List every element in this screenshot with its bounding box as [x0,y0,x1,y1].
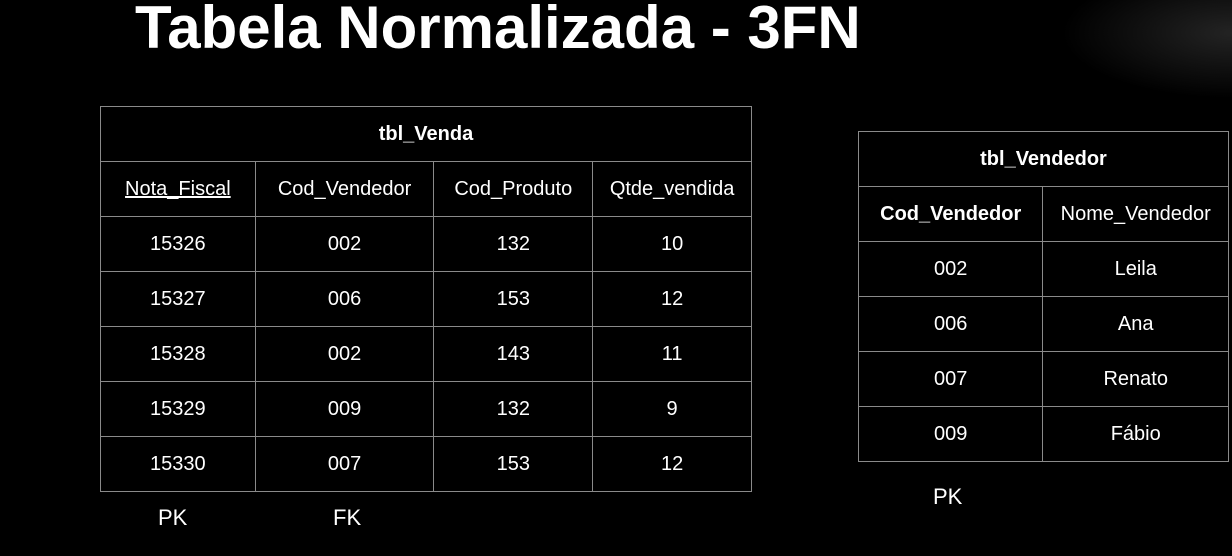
cell-cod-produto: 153 [433,436,594,492]
column-header-nome-vendedor: Nome_Vendedor [1042,186,1229,242]
cell-nota-fiscal: 15328 [100,326,256,382]
header-row: Cod_Vendedor Nome_Vendedor [857,186,1229,242]
cell-qtde-vendida: 9 [592,381,752,437]
tbl-venda-table: tbl_Venda Nota_Fiscal Cod_Vendedor Cod_P… [100,106,752,492]
venda-pk-label: PK [158,505,188,530]
cell-cod-produto: 132 [433,216,594,272]
table-name: tbl_Vendedor [858,131,1229,187]
table-caption-row: tbl_Vendedor [858,131,1229,187]
cell-cod-vendedor: 009 [857,406,1044,462]
cell-cod-produto: 153 [433,271,594,327]
cell-nome-vendedor: Ana [1042,296,1229,352]
column-header-qtde-vendida: Qtde_vendida [592,161,752,217]
venda-fk-label: FK [333,505,362,530]
cell-cod-vendedor: 009 [254,381,435,437]
table-row: 15326 002 132 10 [100,216,752,272]
cell-nome-vendedor: Renato [1042,351,1229,407]
cell-nota-fiscal: 15326 [100,216,256,272]
cell-cod-produto: 132 [433,381,594,437]
table-row: 002 Leila [857,241,1229,297]
table-row: 15330 007 153 12 [100,436,752,492]
cell-cod-vendedor: 006 [254,271,435,327]
cell-cod-vendedor: 007 [254,436,435,492]
table-row: 006 Ana [857,296,1229,352]
table-row: 15328 002 143 11 [100,326,752,382]
vendedor-pk-label: PK [933,484,963,509]
column-header-cod-vendedor: Cod_Vendedor [857,186,1044,242]
corner-shade [1032,0,1232,110]
cell-qtde-vendida: 12 [592,436,752,492]
cell-nota-fiscal: 15330 [100,436,256,492]
cell-qtde-vendida: 11 [592,326,752,382]
table-row: 15329 009 132 9 [100,381,752,437]
column-header-cod-vendedor: Cod_Vendedor [254,161,435,217]
cell-nome-vendedor: Leila [1042,241,1229,297]
cell-cod-vendedor: 002 [857,241,1044,297]
cell-cod-vendedor: 002 [254,216,435,272]
table-row: 009 Fábio [857,406,1229,462]
column-header-nota-fiscal: Nota_Fiscal [100,161,256,217]
table-name: tbl_Venda [100,106,752,162]
cell-cod-vendedor: 007 [857,351,1044,407]
header-row: Nota_Fiscal Cod_Vendedor Cod_Produto Qtd… [100,161,752,217]
cell-qtde-vendida: 10 [592,216,752,272]
table-row: 15327 006 153 12 [100,271,752,327]
slide-title: Tabela Normalizada - 3FN [135,0,861,61]
cell-cod-produto: 143 [433,326,594,382]
cell-cod-vendedor: 006 [857,296,1044,352]
cell-nota-fiscal: 15329 [100,381,256,437]
cell-cod-vendedor: 002 [254,326,435,382]
table-caption-row: tbl_Venda [100,106,752,162]
cell-nota-fiscal: 15327 [100,271,256,327]
tbl-vendedor-table: tbl_Vendedor Cod_Vendedor Nome_Vendedor … [857,131,1229,462]
cell-nome-vendedor: Fábio [1042,406,1229,462]
column-header-cod-produto: Cod_Produto [433,161,594,217]
table-row: 007 Renato [857,351,1229,407]
cell-qtde-vendida: 12 [592,271,752,327]
